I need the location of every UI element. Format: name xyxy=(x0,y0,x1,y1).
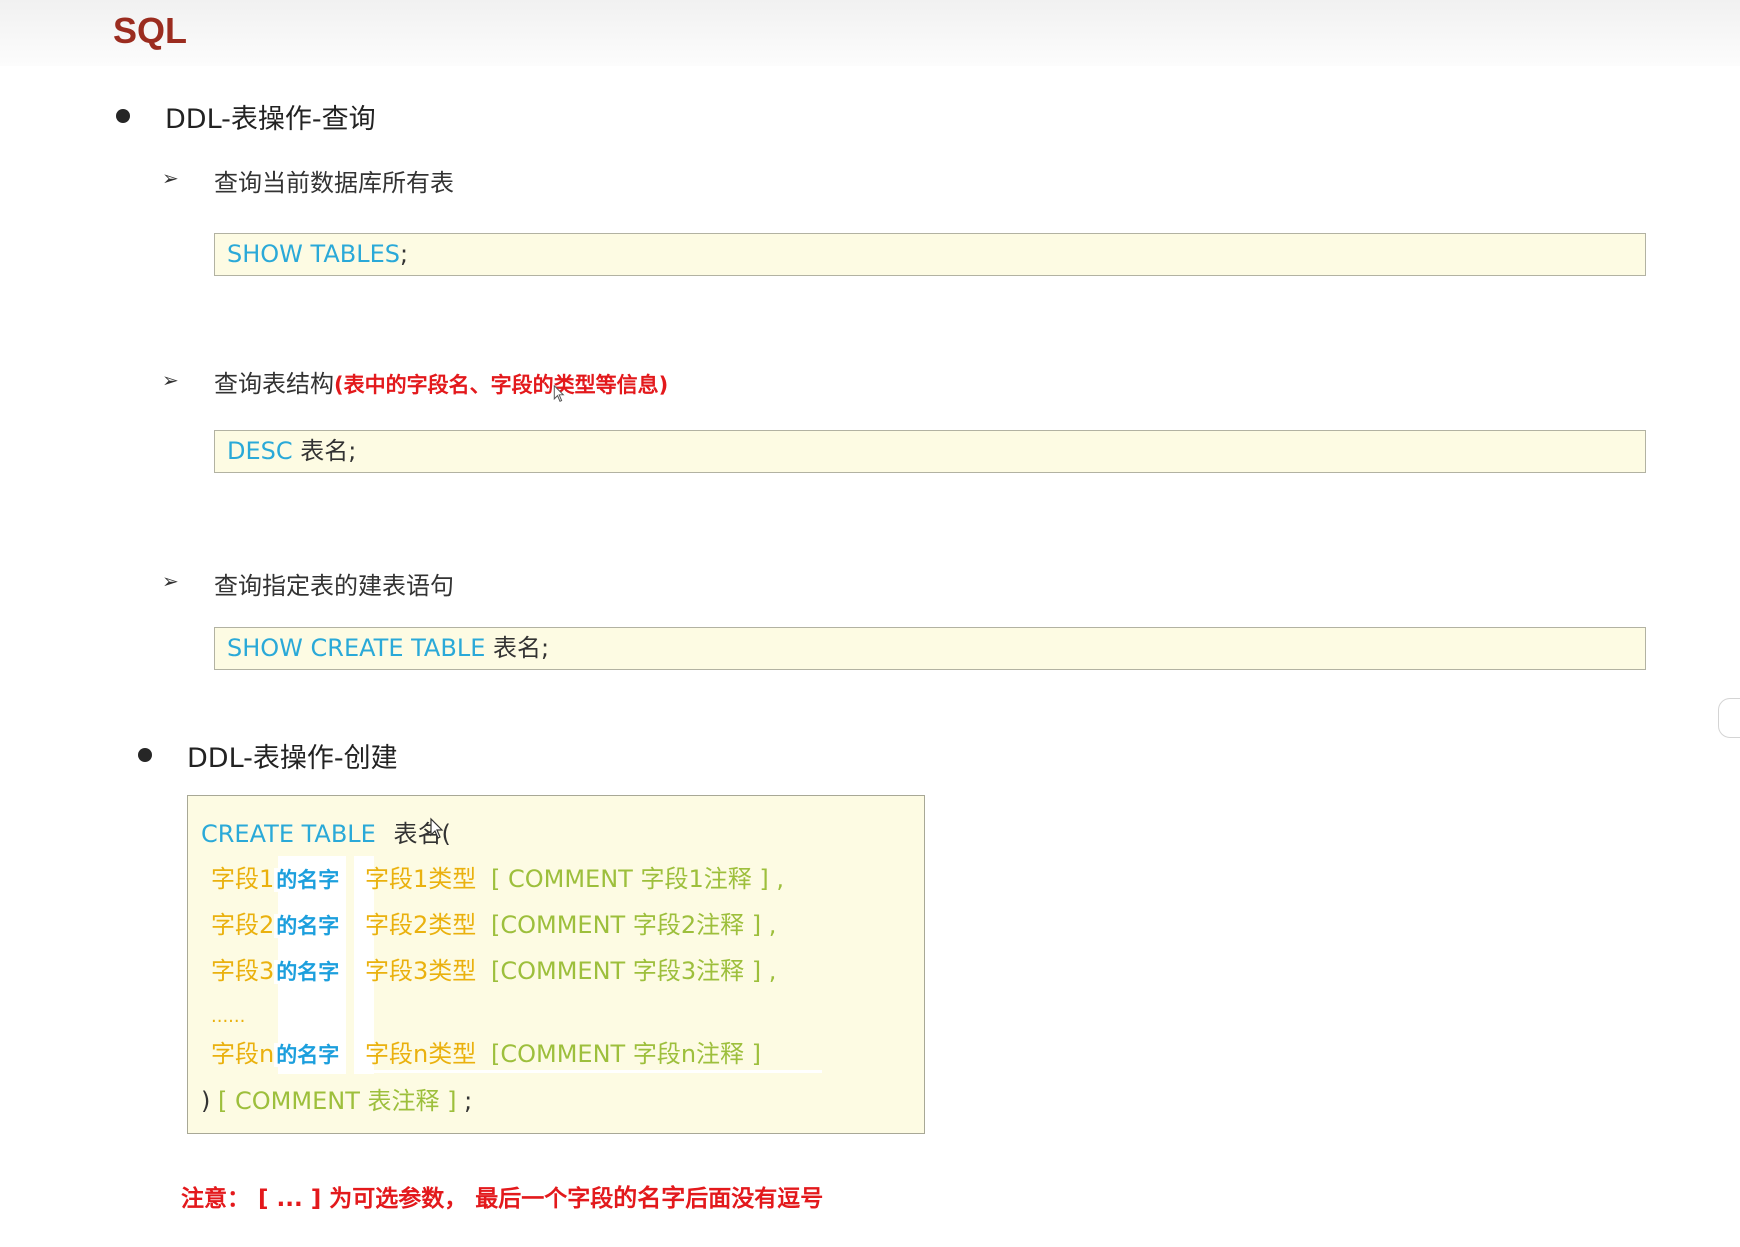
field-comment: [ COMMENT 字段1注释 ] , xyxy=(491,865,784,893)
arrow-icon: ➢ xyxy=(162,569,179,593)
arrow-icon: ➢ xyxy=(162,166,179,190)
field-type: 字段3类型 xyxy=(365,957,477,985)
bullet-icon xyxy=(138,748,152,762)
field-comment: [COMMENT 字段n注释 ] xyxy=(491,1040,762,1068)
table-comment: [ COMMENT 表注释 ] xyxy=(218,1087,457,1115)
code-show-create-table: SHOW CREATE TABLE 表名; xyxy=(214,627,1646,670)
code-line-ellipsis: ...... xyxy=(211,994,245,1034)
code-line-create: CREATE TABLE 表名( xyxy=(201,814,451,854)
field-comment: [COMMENT 字段2注释 ] , xyxy=(491,911,777,939)
item-label-text: 查询指定表的建表语句 xyxy=(214,572,454,600)
note-part1: 注意： [ ... ] 为可选参数， 最后一个字段 xyxy=(181,1186,614,1212)
field-type: 字段n类型 xyxy=(365,1040,477,1068)
item-label-text: 查询当前数据库所有表 xyxy=(214,169,454,197)
field-label: 字段2 xyxy=(211,911,275,939)
item-label-show-create: 查询指定表的建表语句 xyxy=(214,566,454,601)
semicolon: ; xyxy=(464,1087,473,1115)
sql-keyword: CREATE TABLE xyxy=(201,820,376,848)
note-text: 注意： [ ... ] 为可选参数， 最后一个字段的名字后面没有逗号 xyxy=(181,1178,823,1213)
field-label: 字段3 xyxy=(211,957,275,985)
code-desc: DESC 表名; xyxy=(214,430,1646,473)
sql-rest: 表名; xyxy=(485,634,550,662)
field-name-hint: 的名字 xyxy=(274,1043,342,1067)
code-line-close: ) [ COMMENT 表注释 ] ; xyxy=(201,1081,472,1121)
field-label: 字段n xyxy=(211,1040,275,1068)
section-heading-create: DDL-表操作-创建 xyxy=(187,743,398,774)
code-create-table: CREATE TABLE 表名( 字段1的名字 字段1类型 [ COMMENT … xyxy=(187,795,925,1134)
field-type: 字段1类型 xyxy=(365,865,477,893)
field-name-hint: 的名字 xyxy=(274,914,342,938)
arrow-icon: ➢ xyxy=(162,368,179,392)
field-name-hint: 的名字 xyxy=(274,868,342,892)
sql-rest: 表名; xyxy=(292,437,357,465)
item-label-text: 查询表结构 xyxy=(214,370,334,398)
code-line-field: 字段1的名字 字段1类型 [ COMMENT 字段1注释 ] , xyxy=(211,859,784,899)
section-heading-query: DDL-表操作-查询 xyxy=(165,104,376,135)
page-title: SQL xyxy=(113,10,188,51)
code-line-field: 字段2的名字 字段2类型 [COMMENT 字段2注释 ] , xyxy=(211,905,776,945)
mouse-cursor-icon xyxy=(430,817,444,839)
side-panel-tab[interactable] xyxy=(1718,698,1740,738)
field-comment: [COMMENT 字段3注释 ] , xyxy=(491,957,777,985)
close-paren: ) xyxy=(201,1087,211,1115)
mouse-cursor-icon xyxy=(553,385,565,403)
item-label-show-tables: 查询当前数据库所有表 xyxy=(214,163,454,198)
sql-rest: ; xyxy=(399,240,409,268)
code-show-tables: SHOW TABLES; xyxy=(214,233,1646,276)
sql-keyword: SHOW CREATE TABLE xyxy=(227,634,486,662)
sql-keyword: DESC xyxy=(227,437,293,465)
item-label-note: (表中的字段名、字段的类型等信息) xyxy=(334,373,669,397)
code-line-field: 字段3的名字 字段3类型 [COMMENT 字段3注释 ] , xyxy=(211,951,776,991)
top-bar xyxy=(0,0,1740,66)
field-type: 字段2类型 xyxy=(365,911,477,939)
note-part2: 的名字 xyxy=(613,1184,686,1212)
code-line-field: 字段n的名字 字段n类型 [COMMENT 字段n注释 ] xyxy=(211,1034,761,1074)
bullet-icon xyxy=(116,109,130,123)
field-label: 字段1 xyxy=(211,865,275,893)
note-part3: 后面没有逗号 xyxy=(685,1186,824,1212)
ellipsis: ...... xyxy=(211,1006,246,1027)
field-name-hint: 的名字 xyxy=(274,960,342,984)
item-label-desc: 查询表结构(表中的字段名、字段的类型等信息) xyxy=(214,364,668,399)
sql-keyword: SHOW TABLES xyxy=(227,240,400,268)
